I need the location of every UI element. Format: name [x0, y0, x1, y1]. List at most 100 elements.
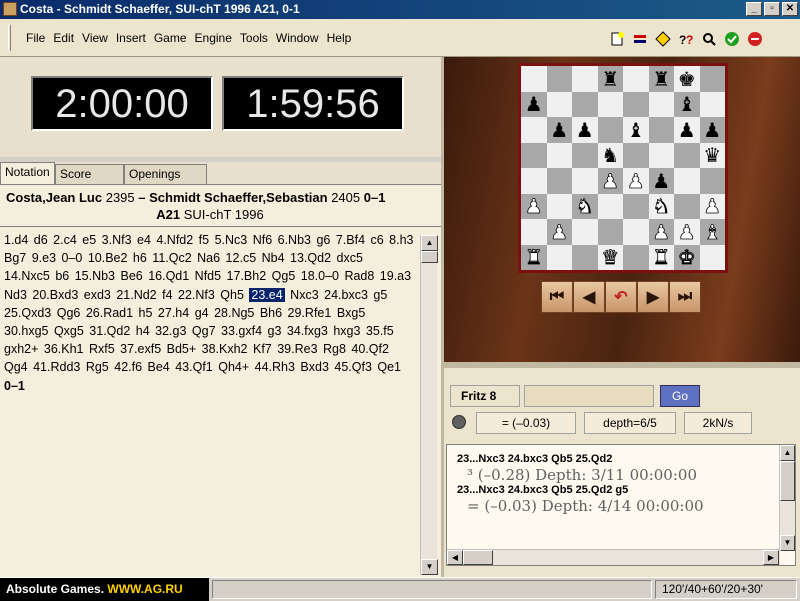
square-h5[interactable]: ♛ [699, 142, 725, 168]
square-b8[interactable] [546, 66, 572, 92]
square-c4[interactable] [572, 168, 598, 194]
square-g5[interactable] [674, 142, 700, 168]
menu-help[interactable]: Help [323, 31, 356, 45]
scroll-thumb[interactable] [780, 461, 795, 501]
black-king-icon[interactable]: ♚ [678, 69, 696, 89]
square-b1[interactable] [546, 244, 572, 270]
engine-vscrollbar[interactable]: ▲ ▼ [779, 445, 795, 551]
notation-scrollbar[interactable]: ▲ ▼ [420, 235, 438, 575]
menu-game[interactable]: Game [150, 31, 191, 45]
square-e4[interactable]: ♟ [623, 168, 649, 194]
engine-name[interactable]: Fritz 8 [450, 385, 520, 407]
square-f5[interactable] [648, 142, 674, 168]
square-g4[interactable] [674, 168, 700, 194]
first-move-button[interactable]: ⏮ [541, 281, 573, 313]
square-h4[interactable] [699, 168, 725, 194]
square-d2[interactable] [597, 219, 623, 245]
square-d8[interactable]: ♜ [597, 66, 623, 92]
menu-view[interactable]: View [78, 31, 112, 45]
square-f8[interactable]: ♜ [648, 66, 674, 92]
square-c5[interactable] [572, 142, 598, 168]
white-pawn-icon[interactable]: ♟ [550, 221, 569, 242]
square-a6[interactable] [521, 117, 547, 143]
square-h6[interactable]: ♟ [699, 117, 725, 143]
white-pawn-icon[interactable]: ♟ [703, 196, 722, 217]
engine-go-button[interactable]: Go [660, 385, 700, 407]
scroll-left-icon[interactable]: ◀ [447, 550, 463, 565]
tab-score-sheet[interactable]: Score sheet [55, 164, 124, 199]
stop-icon[interactable] [745, 29, 764, 48]
white-knight-icon[interactable]: ♞ [575, 196, 594, 217]
move-list[interactable]: 1.d4 d6 2.c4 e5 3.Nf3 e4 4.Nfd2 f5 5.Nc3… [4, 231, 414, 395]
square-f4[interactable]: ♟ [648, 168, 674, 194]
white-queen-icon[interactable]: ♛ [601, 247, 620, 268]
engine-hscrollbar[interactable]: ◀ ▶ [447, 549, 780, 565]
hint-icon[interactable]: ?? [676, 29, 695, 48]
menu-insert[interactable]: Insert [112, 31, 150, 45]
scroll-down-icon[interactable]: ▼ [780, 535, 795, 551]
square-c6[interactable]: ♟ [572, 117, 598, 143]
flip-board-icon[interactable] [630, 29, 649, 48]
white-bishop-icon[interactable]: ♝ [703, 221, 722, 242]
scroll-down-icon[interactable]: ▼ [421, 559, 438, 575]
black-rook-icon[interactable]: ♜ [652, 69, 670, 89]
square-a1[interactable]: ♜ [521, 244, 547, 270]
square-h2[interactable]: ♝ [699, 219, 725, 245]
engine-input[interactable] [524, 385, 654, 407]
white-rook-icon[interactable]: ♜ [652, 247, 671, 268]
square-f3[interactable]: ♞ [648, 193, 674, 219]
square-a4[interactable] [521, 168, 547, 194]
square-e6[interactable]: ♝ [623, 117, 649, 143]
square-b5[interactable] [546, 142, 572, 168]
analysis-icon[interactable] [653, 29, 672, 48]
square-f2[interactable]: ♟ [648, 219, 674, 245]
square-e2[interactable] [623, 219, 649, 245]
square-d3[interactable] [597, 193, 623, 219]
scroll-right-icon[interactable]: ▶ [763, 550, 779, 565]
square-c7[interactable] [572, 91, 598, 117]
square-e5[interactable] [623, 142, 649, 168]
black-pawn-icon[interactable]: ♟ [576, 120, 594, 140]
square-a3[interactable]: ♟ [521, 193, 547, 219]
black-bishop-icon[interactable]: ♝ [678, 94, 696, 114]
next-move-button[interactable]: ▶ [637, 281, 669, 313]
black-pawn-icon[interactable]: ♟ [550, 120, 568, 140]
black-pawn-icon[interactable]: ♟ [525, 94, 543, 114]
square-c1[interactable] [572, 244, 598, 270]
square-a5[interactable] [521, 142, 547, 168]
square-h7[interactable] [699, 91, 725, 117]
white-pawn-icon[interactable]: ♟ [626, 170, 645, 191]
square-e7[interactable] [623, 91, 649, 117]
square-g8[interactable]: ♚ [674, 66, 700, 92]
square-d4[interactable]: ♟ [597, 168, 623, 194]
white-pawn-icon[interactable]: ♟ [524, 196, 543, 217]
square-b6[interactable]: ♟ [546, 117, 572, 143]
square-h1[interactable] [699, 244, 725, 270]
tab-openings-book[interactable]: Openings Book [124, 164, 207, 199]
square-h3[interactable]: ♟ [699, 193, 725, 219]
chess-board[interactable]: ♜ ♜ ♚ ♟ ♝ ♟ ♟ ♝ ♟ ♟ ♞ ♛ ♟ ♟ ♟ ♟ ♞ ♞ ♟ ♟ ♟ ♟ ♝ ♜ ♛ ♜ ♚ [518, 63, 728, 273]
black-pawn-icon[interactable]: ♟ [652, 171, 670, 191]
square-d7[interactable] [597, 91, 623, 117]
new-game-icon[interactable] [607, 29, 626, 48]
minimize-button[interactable]: _ [746, 2, 762, 16]
square-b2[interactable]: ♟ [546, 219, 572, 245]
square-g1[interactable]: ♚ [674, 244, 700, 270]
menu-tools[interactable]: Tools [236, 31, 272, 45]
accept-icon[interactable] [722, 29, 741, 48]
square-f1[interactable]: ♜ [648, 244, 674, 270]
square-b4[interactable] [546, 168, 572, 194]
maximize-button[interactable]: ▫ [764, 2, 780, 16]
black-knight-icon[interactable]: ♞ [601, 145, 619, 165]
square-g2[interactable]: ♟ [674, 219, 700, 245]
square-h8[interactable] [699, 66, 725, 92]
white-king-icon[interactable]: ♚ [677, 247, 696, 268]
white-pawn-icon[interactable]: ♟ [652, 221, 671, 242]
takeback-button[interactable]: ↶ [605, 281, 637, 313]
square-c3[interactable]: ♞ [572, 193, 598, 219]
square-c2[interactable] [572, 219, 598, 245]
white-knight-icon[interactable]: ♞ [652, 196, 671, 217]
square-g6[interactable]: ♟ [674, 117, 700, 143]
search-icon[interactable] [699, 29, 718, 48]
square-f6[interactable] [648, 117, 674, 143]
